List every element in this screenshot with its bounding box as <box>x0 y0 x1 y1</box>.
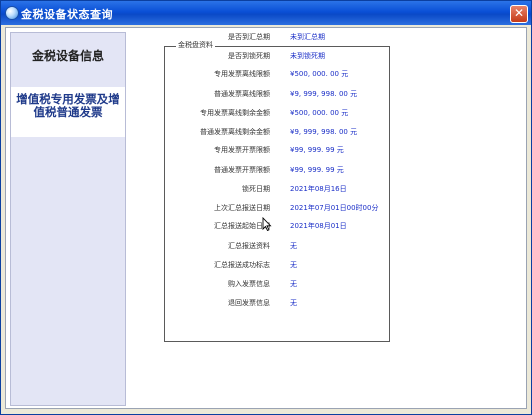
window: 金税设备状态查询 ✕ 金税设备信息 增值税专用发票及增 值税普通发票 金税盘资料… <box>0 0 532 415</box>
field-label: 普通发票开票限额 <box>214 166 270 174</box>
field-value: ¥99, 999. 99 元 <box>290 166 344 174</box>
sidebar: 金税设备信息 增值税专用发票及增 值税普通发票 <box>10 32 126 406</box>
field-label: 是否到汇总期 <box>228 33 270 41</box>
field-value: 2021年08月01日 <box>290 222 347 230</box>
field-value: 无 <box>290 280 297 288</box>
field-value: 未到汇总期 <box>290 33 325 41</box>
sidebar-item-invoice-line2: 值税普通发票 <box>33 105 103 119</box>
sidebar-item-invoice[interactable]: 增值税专用发票及增 值税普通发票 <box>7 93 129 119</box>
field-label: 上次汇总报送日期 <box>214 204 270 212</box>
field-label: 购入发票信息 <box>228 280 270 288</box>
mouse-cursor-icon <box>262 217 272 231</box>
title-bar[interactable]: 金税设备状态查询 ✕ <box>1 1 531 25</box>
field-label: 专用发票开票限额 <box>214 146 270 154</box>
field-value: 无 <box>290 242 297 250</box>
field-label: 汇总报送起始日期 <box>214 222 270 230</box>
field-label: 普通发票离线剩余金额 <box>200 128 270 136</box>
field-label: 汇总报送资料 <box>228 242 270 250</box>
field-value: ¥500, 000. 00 元 <box>290 109 349 117</box>
field-value: ¥9, 999, 998. 00 元 <box>290 90 358 98</box>
app-icon <box>5 6 19 20</box>
field-label: 专用发票离线限额 <box>214 70 270 78</box>
close-button[interactable]: ✕ <box>510 5 528 23</box>
field-label: 普通发票离线限额 <box>214 90 270 98</box>
field-value: 无 <box>290 299 297 307</box>
field-label: 是否到锁死期 <box>228 52 270 60</box>
client-area: 金税设备信息 增值税专用发票及增 值税普通发票 金税盘资料 是否到汇总期 未到汇总… <box>5 27 527 409</box>
field-label: 汇总报送成功标志 <box>214 261 270 269</box>
field-value: ¥99, 999. 99 元 <box>290 146 344 154</box>
field-value: ¥9, 999, 998. 00 元 <box>290 128 358 136</box>
field-value: 2021年07月01日00时00分 <box>290 204 379 212</box>
sidebar-item-tax-device-info[interactable]: 金税设备信息 <box>11 47 125 64</box>
field-label: 锁死日期 <box>242 185 270 193</box>
window-title: 金税设备状态查询 <box>21 8 113 21</box>
field-label: 专用发票离线剩余金额 <box>200 109 270 117</box>
field-value: ¥500, 000. 00 元 <box>290 70 349 78</box>
field-value: 未到锁死期 <box>290 52 325 60</box>
field-label: 退回发票信息 <box>228 299 270 307</box>
field-value: 2021年08月16日 <box>290 185 347 193</box>
field-value: 无 <box>290 261 297 269</box>
